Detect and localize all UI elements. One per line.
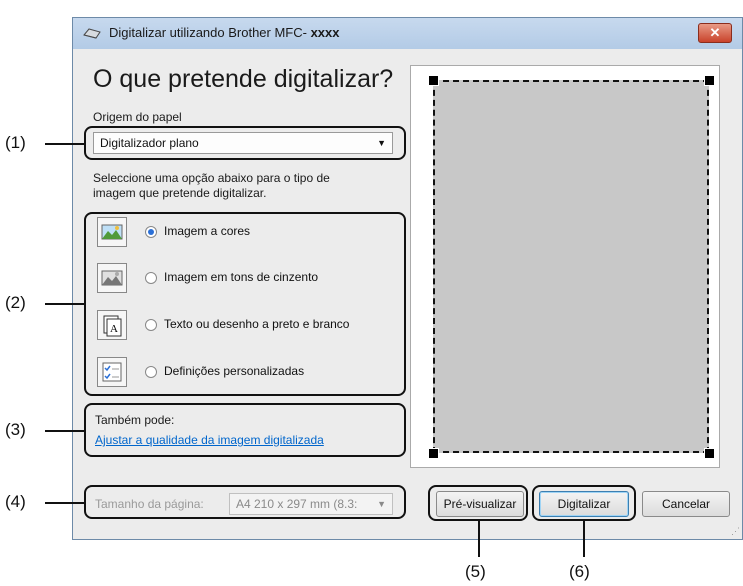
crop-handle-top-right[interactable] xyxy=(704,75,715,86)
callout-line-2 xyxy=(45,303,84,305)
callout-line-5 xyxy=(478,521,480,557)
callout-label-4: (4) xyxy=(5,492,26,511)
cancel-button[interactable]: Cancelar xyxy=(642,491,730,517)
title-bar: Digitalizar utilizando Brother MFC- xxxx… xyxy=(73,18,742,49)
callout-label-2: (2) xyxy=(5,293,26,312)
callout-label-5: (5) xyxy=(465,562,486,581)
crop-handle-top-left[interactable] xyxy=(428,75,439,86)
window-title-model: xxxx xyxy=(310,25,340,40)
page-title: O que pretende digitalizar? xyxy=(93,65,394,93)
callout-box-3 xyxy=(84,403,406,457)
callout-box-5 xyxy=(428,485,528,521)
crop-handle-bottom-right[interactable] xyxy=(704,448,715,459)
instruction-line-2: imagem que pretende digitalizar. xyxy=(93,186,267,200)
paper-source-label: Origem do papel xyxy=(93,110,182,124)
scan-area-selection[interactable] xyxy=(433,80,709,453)
window-title-label: Digitalizar utilizando Brother MFC- xyxy=(109,25,307,40)
callout-line-3 xyxy=(45,430,84,432)
callout-box-2 xyxy=(84,212,406,396)
close-button[interactable]: ✕ xyxy=(698,23,732,43)
close-icon: ✕ xyxy=(709,25,721,40)
callout-label-1: (1) xyxy=(5,133,26,152)
callout-label-3: (3) xyxy=(5,420,26,439)
scanner-icon xyxy=(83,28,101,39)
callout-line-1 xyxy=(45,143,84,145)
callout-line-4 xyxy=(45,502,84,504)
window-title: Digitalizar utilizando Brother MFC- xxxx xyxy=(109,25,340,40)
callout-box-1 xyxy=(84,126,406,160)
callout-label-6: (6) xyxy=(569,562,590,581)
crop-handle-bottom-left[interactable] xyxy=(428,448,439,459)
callout-line-6 xyxy=(583,521,585,557)
callout-box-6 xyxy=(532,485,636,521)
preview-panel xyxy=(410,65,720,468)
instruction-line-1: Seleccione uma opção abaixo para o tipo … xyxy=(93,171,330,185)
resize-grip-icon[interactable]: ⋰ xyxy=(731,526,740,537)
callout-box-4 xyxy=(84,485,406,519)
